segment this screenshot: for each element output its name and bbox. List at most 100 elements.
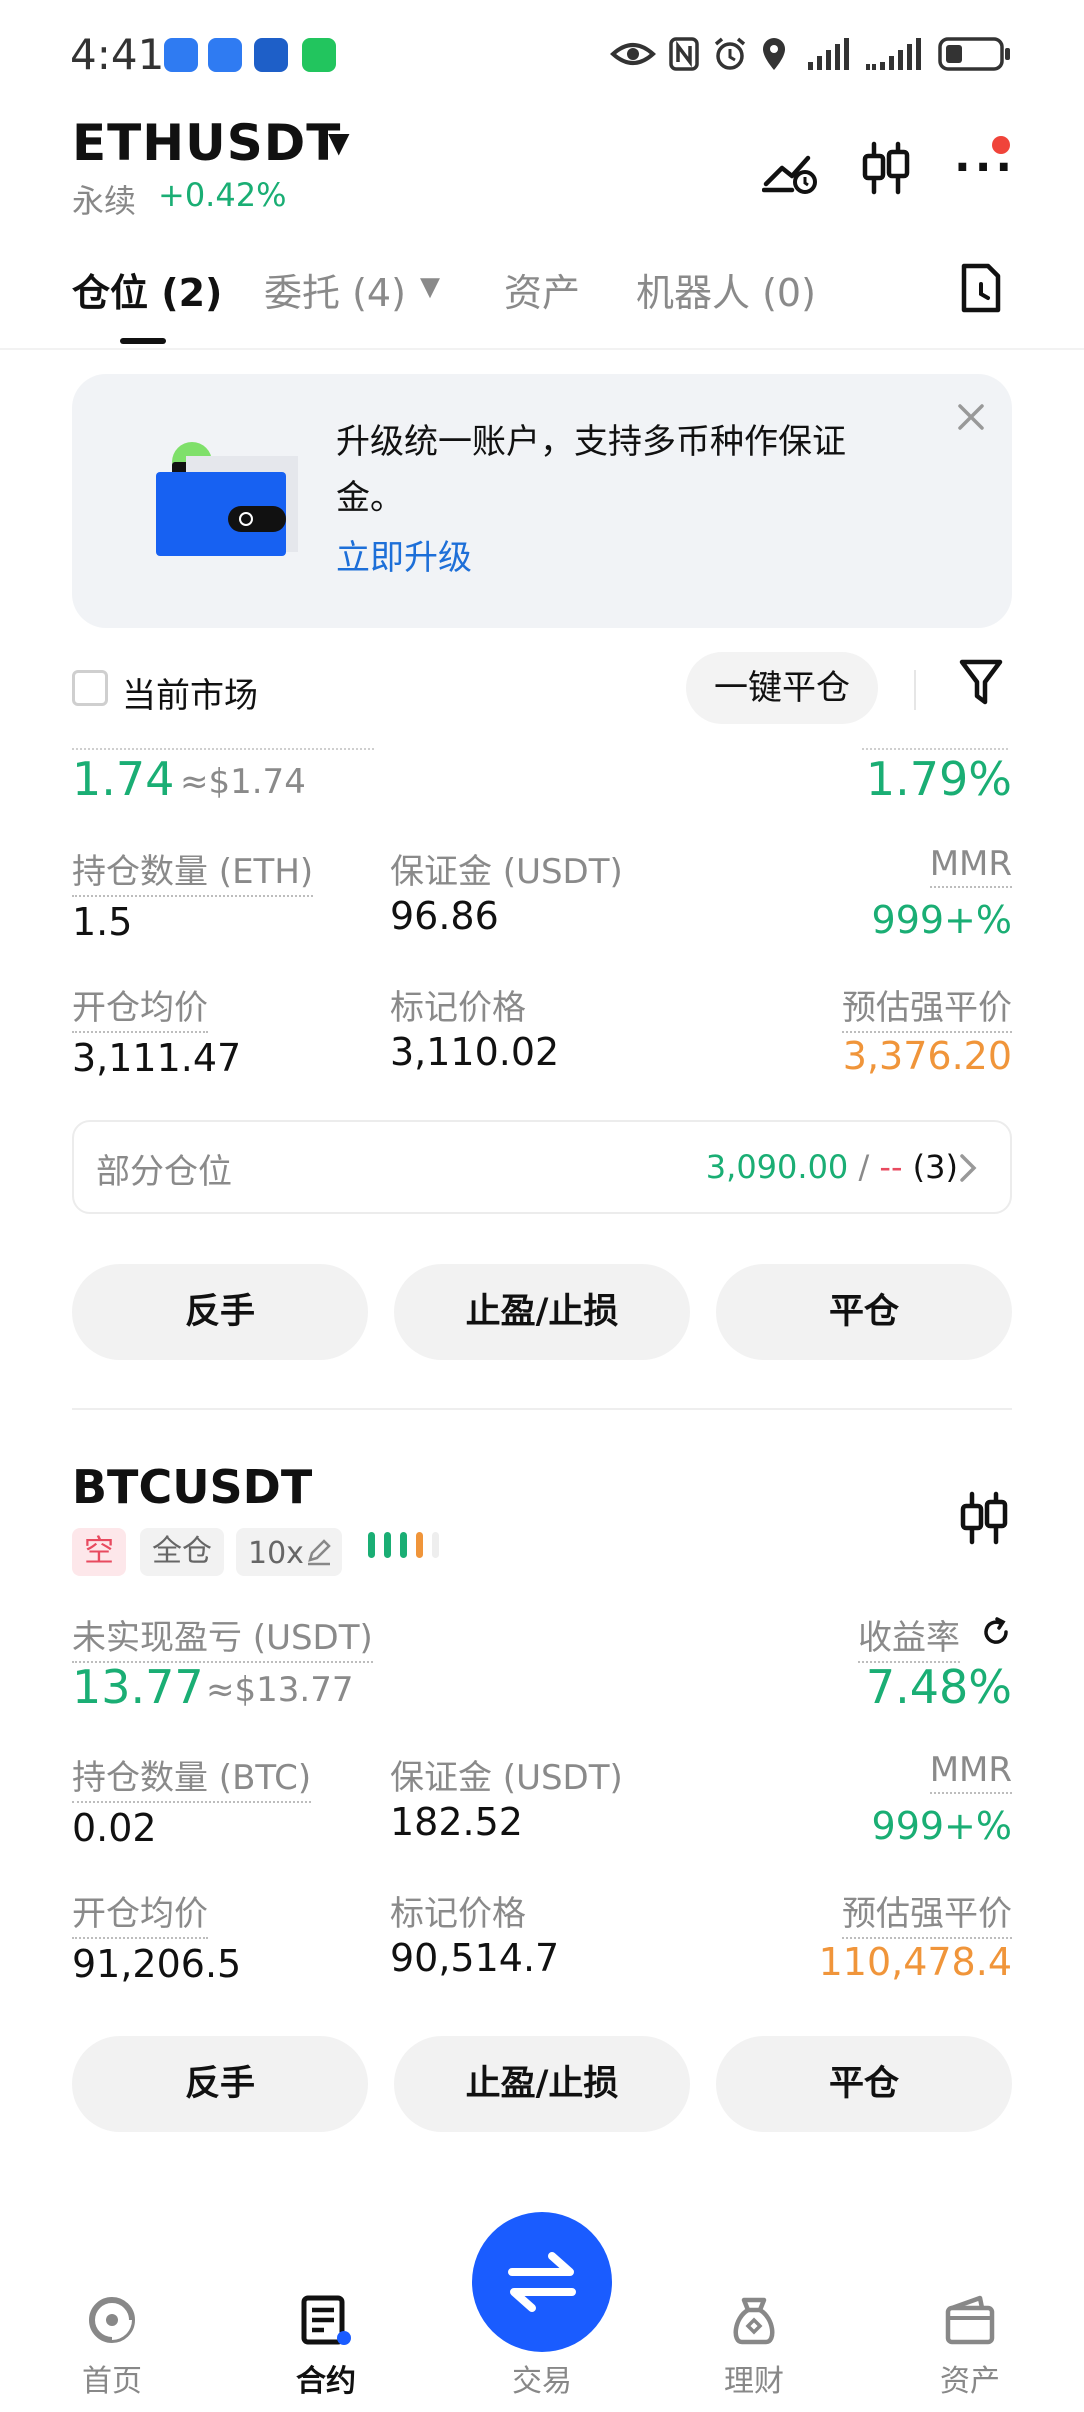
orders-dropdown-icon[interactable]: ▼: [420, 272, 440, 302]
refresh-icon[interactable]: [980, 1616, 1012, 1648]
battery-icon: [938, 37, 1010, 71]
wallet-illustration-icon: [156, 442, 298, 556]
btc-pnl-usd: ≈$13.77: [206, 1670, 354, 1710]
notification-dot: [992, 136, 1010, 154]
tab-bots[interactable]: 机器人 (0): [636, 262, 816, 317]
eth-liq-label[interactable]: 预估强平价: [842, 980, 1012, 1033]
chevron-right-icon: [960, 1154, 977, 1182]
current-market-label: 当前市场: [122, 676, 258, 716]
eth-margin-label: 保证金 (USDT): [390, 852, 623, 892]
eth-reverse-button[interactable]: 反手: [72, 1264, 368, 1360]
btc-candlestick-chart-icon[interactable]: [958, 1490, 1010, 1546]
btc-roi-label[interactable]: 收益率: [858, 1610, 960, 1663]
filter-divider: [914, 670, 916, 710]
active-tab-indicator: [120, 338, 166, 344]
eth-margin: 96.86: [390, 894, 499, 938]
current-market-checkbox[interactable]: [72, 670, 108, 706]
btc-leverage: 10x: [248, 1536, 304, 1571]
btc-risk-meter: [366, 1528, 450, 1570]
btc-pnl-label[interactable]: 未实现盈亏 (USDT): [72, 1610, 373, 1663]
partial-separator: /: [848, 1148, 880, 1186]
btc-close-button[interactable]: 平仓: [716, 2036, 1012, 2132]
eth-mmr: 999+%: [871, 898, 1012, 942]
price-change: +0.42%: [158, 176, 287, 214]
eye-icon: [610, 43, 656, 65]
eth-mmr-label[interactable]: MMR: [929, 844, 1012, 888]
partial-positions-summary: 3,090.00 / -- (3): [706, 1148, 958, 1186]
tab-positions[interactable]: 仓位 (2): [72, 262, 222, 317]
history-icon[interactable]: [958, 262, 1004, 314]
btc-roi: 7.48%: [865, 1660, 1012, 1714]
eth-mark-label: 标记价格: [390, 988, 526, 1028]
upgrade-now-link[interactable]: 立即升级: [336, 530, 472, 579]
btc-qty-label[interactable]: 持仓数量 (BTC): [72, 1750, 312, 1803]
close-all-button[interactable]: 一键平仓: [686, 652, 878, 724]
eth-pnl-label-underline: [72, 748, 374, 750]
bank-app-icon: [254, 38, 288, 72]
nav-home-label[interactable]: 首页: [52, 2356, 172, 2400]
wechat-app-icon: [302, 38, 336, 72]
btc-side-badge: 空: [72, 1528, 126, 1576]
nfc-icon: [669, 37, 699, 71]
candlestick-chart-icon[interactable]: [860, 140, 912, 196]
eth-qty-label[interactable]: 持仓数量 (ETH): [72, 844, 314, 897]
eth-entry-label[interactable]: 开仓均价: [72, 980, 208, 1033]
partial-positions-label: 部分仓位: [96, 1152, 232, 1192]
nav-trade-label[interactable]: 交易: [482, 2356, 602, 2400]
btc-mmr-label[interactable]: MMR: [929, 1750, 1012, 1794]
location-icon: [763, 38, 785, 70]
btc-liq-label[interactable]: 预估强平价: [842, 1886, 1012, 1939]
tab-orders[interactable]: 委托 (4): [264, 262, 406, 317]
btc-liq-price: 110,478.4: [818, 1940, 1012, 1984]
pair-title[interactable]: ETHUSDT: [72, 114, 341, 172]
eth-roi-label-underline: [862, 748, 1008, 750]
signal-2-icon: [866, 38, 921, 70]
btc-leverage-badge[interactable]: 10x: [236, 1528, 342, 1576]
btc-qty: 0.02: [72, 1806, 157, 1850]
truck-app-icon: [208, 38, 242, 72]
eth-unrealized-pnl: 1.74: [72, 752, 175, 806]
home-icon[interactable]: [86, 2294, 138, 2346]
eth-qty: 1.5: [72, 900, 133, 944]
banner-text: 升级统一账户，支持多币种作保证金。: [336, 422, 846, 518]
nav-assets-label[interactable]: 资产: [910, 2356, 1030, 2400]
car-app-icon: [164, 38, 198, 72]
eth-close-button[interactable]: 平仓: [716, 1264, 1012, 1360]
btc-mark-label: 标记价格: [390, 1894, 526, 1934]
eth-entry-price: 3,111.47: [72, 1036, 242, 1080]
btc-mark-price: 90,514.7: [390, 1936, 560, 1980]
btc-margin-mode-badge[interactable]: 全仓: [140, 1528, 224, 1576]
swap-arrows-icon: [508, 2252, 576, 2312]
btc-entry-price: 91,206.5: [72, 1942, 242, 1986]
btc-entry-label[interactable]: 开仓均价: [72, 1886, 208, 1939]
btc-margin: 182.52: [390, 1800, 523, 1844]
eth-liq-price: 3,376.20: [842, 1034, 1012, 1078]
tabs-divider: [0, 348, 1084, 350]
eth-pnl-usd: ≈$1.74: [180, 762, 306, 802]
pair-dropdown-icon[interactable]: ▼: [328, 126, 350, 159]
eth-mark-price: 3,110.02: [390, 1030, 560, 1074]
close-icon[interactable]: [956, 402, 986, 432]
wallet-icon[interactable]: [944, 2294, 996, 2346]
eth-roi: 1.79%: [865, 752, 1012, 806]
earn-icon[interactable]: [728, 2294, 780, 2346]
price-alert-icon[interactable]: [762, 144, 820, 196]
partial-sl-value: --: [879, 1148, 903, 1186]
tab-assets[interactable]: 资产: [504, 262, 580, 317]
btc-pair-title[interactable]: BTCUSDT: [72, 1460, 312, 1514]
btc-reverse-button[interactable]: 反手: [72, 2036, 368, 2132]
status-bar: 4:41: [0, 0, 1084, 110]
nav-earn-label[interactable]: 理财: [694, 2356, 814, 2400]
alarm-icon: [714, 37, 746, 70]
contract-icon[interactable]: [300, 2294, 352, 2346]
trade-fab-button[interactable]: [472, 2212, 612, 2352]
btc-unrealized-pnl: 13.77: [72, 1660, 204, 1714]
partial-tp-value: 3,090.00: [705, 1148, 849, 1186]
edit-icon: [308, 1539, 331, 1566]
btc-tpsl-button[interactable]: 止盈/止损: [394, 2036, 690, 2132]
positions-divider: [72, 1408, 1012, 1410]
filter-icon[interactable]: [958, 656, 1004, 708]
btc-margin-label: 保证金 (USDT): [390, 1758, 623, 1798]
eth-tpsl-button[interactable]: 止盈/止损: [394, 1264, 690, 1360]
nav-contract-label[interactable]: 合约: [266, 2356, 386, 2400]
